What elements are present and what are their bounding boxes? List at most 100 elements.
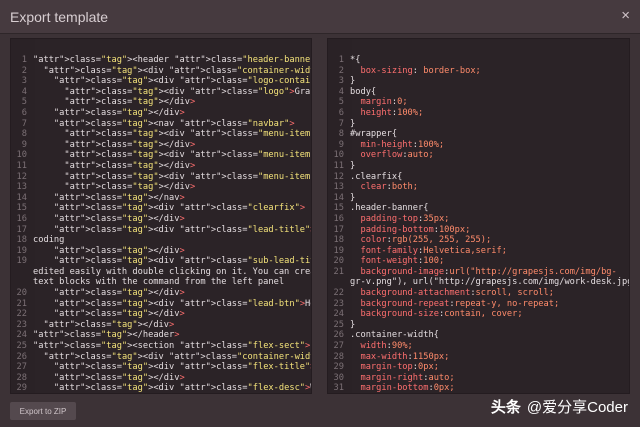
line-number: 29 [333, 362, 344, 373]
code-text: padding-top:35px; [360, 213, 450, 224]
line-number: 7 [338, 118, 344, 129]
line-number: 6 [21, 107, 27, 118]
html-line: 5 "attr">class="tag"></div> [11, 97, 311, 108]
html-code-lines: 1 "attr">class="tag"><header "attr">class… [11, 55, 312, 394]
line-number: 24 [16, 330, 27, 341]
code-text: "attr">class="tag"></div> [53, 288, 185, 299]
html-line: 9 "attr">class="tag"></div> [11, 140, 311, 151]
code-text: "attr">class="tag"></div> [53, 213, 185, 224]
html-line: 7 "attr">class="tag"><nav "attr">class="… [11, 119, 311, 130]
line-number: 4 [21, 86, 27, 97]
watermark: 头条 @爱分享Coder [491, 396, 628, 417]
css-line: 10 overflow:auto; [328, 150, 629, 161]
code-text: #wrapper{ [350, 129, 398, 140]
html-line: 4 "attr">class="tag"><div "attr">class="… [11, 87, 311, 98]
css-line: 24 background-size:contain, cover; [328, 309, 629, 320]
line-number: 28 [333, 351, 344, 362]
code-text: body{ [350, 86, 377, 97]
line-number: 5 [21, 97, 27, 108]
code-text: } [350, 160, 356, 171]
code-text: "attr">class="tag"></header> [33, 330, 180, 341]
css-code-viewer[interactable]: 1 *{2 box-sizing: border-box; 3} 4 body{5 ma… [327, 38, 630, 394]
css-line: 12 .clearfix{ [328, 172, 629, 183]
css-line: gr-v.png"), url("http://grapesjs.com/img… [328, 277, 629, 288]
line-number: 2 [338, 65, 344, 76]
code-text: background-attachment:scroll, scroll; [360, 288, 555, 299]
line-number: 10 [333, 150, 344, 161]
html-line: 20 "attr">class="tag"></div> [11, 288, 311, 299]
line-number: 3 [21, 76, 27, 87]
code-text: "attr">class="tag"><div "attr">class="fl… [53, 383, 311, 394]
code-text: .header-banner{ [350, 203, 429, 214]
css-line: 13 clear:both; [328, 182, 629, 193]
code-text: coding [33, 235, 65, 246]
code-text: "attr">class="tag"></div> [64, 182, 196, 193]
html-line: 22 "attr">class="tag"></div> [11, 309, 311, 320]
css-line: 16 padding-top:35px; [328, 214, 629, 225]
code-text: "attr">class="tag"><div "attr">class="me… [64, 171, 312, 182]
line-number: 31 [333, 383, 344, 394]
html-line: 19 "attr">class="tag"><div "attr">class=… [11, 256, 311, 267]
code-text: "attr">class="tag"></div> [53, 309, 185, 320]
code-text: } [350, 319, 356, 330]
line-number: 12 [16, 171, 27, 182]
css-line: 25} [328, 320, 629, 331]
code-text: margin-right:auto; [360, 372, 455, 383]
html-line: 2 "attr">class="tag"><div "attr">class="… [11, 66, 311, 77]
css-line: 14} [328, 193, 629, 204]
html-code-viewer[interactable]: 1 "attr">class="tag"><header "attr">class… [10, 38, 312, 394]
export-zip-button[interactable]: Export to ZIP [10, 402, 76, 420]
css-line: 20 font-weight:100; [328, 256, 629, 267]
css-line: 2 box-sizing: border-box; [328, 66, 629, 77]
css-line: 17 padding-bottom:100px; [328, 225, 629, 236]
css-line: 31 margin-bottom:0px; [328, 383, 629, 394]
line-number: 10 [16, 150, 27, 161]
line-number: 9 [21, 139, 27, 150]
html-line: 13 "attr">class="tag"></div> [11, 182, 311, 193]
code-text: color:rgb(255, 255, 255); [360, 235, 492, 246]
html-line: 29 "attr">class="tag"><div "attr">class=… [11, 383, 311, 394]
css-line: 11} [328, 161, 629, 172]
line-number: 30 [333, 372, 344, 383]
code-text: "attr">class="tag"><div "attr">class="co… [43, 65, 311, 76]
line-number: 6 [338, 107, 344, 118]
css-code-lines: 1 *{2 box-sizing: border-box; 3} 4 body{5 ma… [328, 55, 629, 394]
css-line: 8 #wrapper{ [328, 129, 629, 140]
code-text: "attr">class="tag"><div "attr">class="me… [64, 150, 312, 161]
css-line: 27 width:90%; [328, 341, 629, 352]
html-line: 18 coding [11, 235, 311, 246]
css-line: 21 background-image:url("http://grapesjs… [328, 267, 629, 278]
html-line: edited easily with double clicking on it… [11, 267, 311, 278]
line-number: 8 [338, 129, 344, 140]
code-text: font-weight:100; [360, 256, 445, 267]
line-number: 4 [338, 86, 344, 97]
line-number: 11 [333, 160, 344, 171]
line-number: 21 [16, 298, 27, 309]
line-number: 14 [16, 192, 27, 203]
code-text: edited easily with double clicking on it… [33, 266, 311, 277]
line-number: 21 [333, 266, 344, 277]
line-number [11, 267, 33, 278]
css-line: 9 min-height:100%; [328, 140, 629, 151]
line-number: 29 [16, 383, 27, 394]
code-text: "attr">class="tag"><div "attr">class="lo… [53, 76, 311, 87]
watermark-handle: @爱分享Coder [526, 399, 628, 416]
code-text: "attr">class="tag"><div "attr">class="cl… [53, 203, 306, 214]
code-text: "attr">class="tag"><section "attr">class… [33, 341, 311, 352]
close-icon[interactable]: × [621, 7, 630, 24]
line-number: 23 [16, 319, 27, 330]
line-number: 20 [333, 256, 344, 267]
code-text: "attr">class="tag"></div> [43, 319, 175, 330]
line-number: 3 [338, 76, 344, 87]
css-line: 6 height:100%; [328, 108, 629, 119]
code-text: min-height:100%; [360, 139, 445, 150]
code-text: "attr">class="tag"></div> [53, 372, 185, 383]
code-text: text blocks with the command from the le… [33, 277, 285, 288]
line-number: 19 [16, 256, 27, 267]
line-number: 22 [16, 309, 27, 320]
code-text: padding-bottom:100px; [360, 224, 471, 235]
html-line: 15 "attr">class="tag"><div "attr">class=… [11, 203, 311, 214]
code-text: "attr">class="tag"></div> [64, 160, 196, 171]
code-text: "attr">class="tag"><header "attr">class=… [33, 55, 311, 65]
css-line: 29 margin-top:0px; [328, 362, 629, 373]
